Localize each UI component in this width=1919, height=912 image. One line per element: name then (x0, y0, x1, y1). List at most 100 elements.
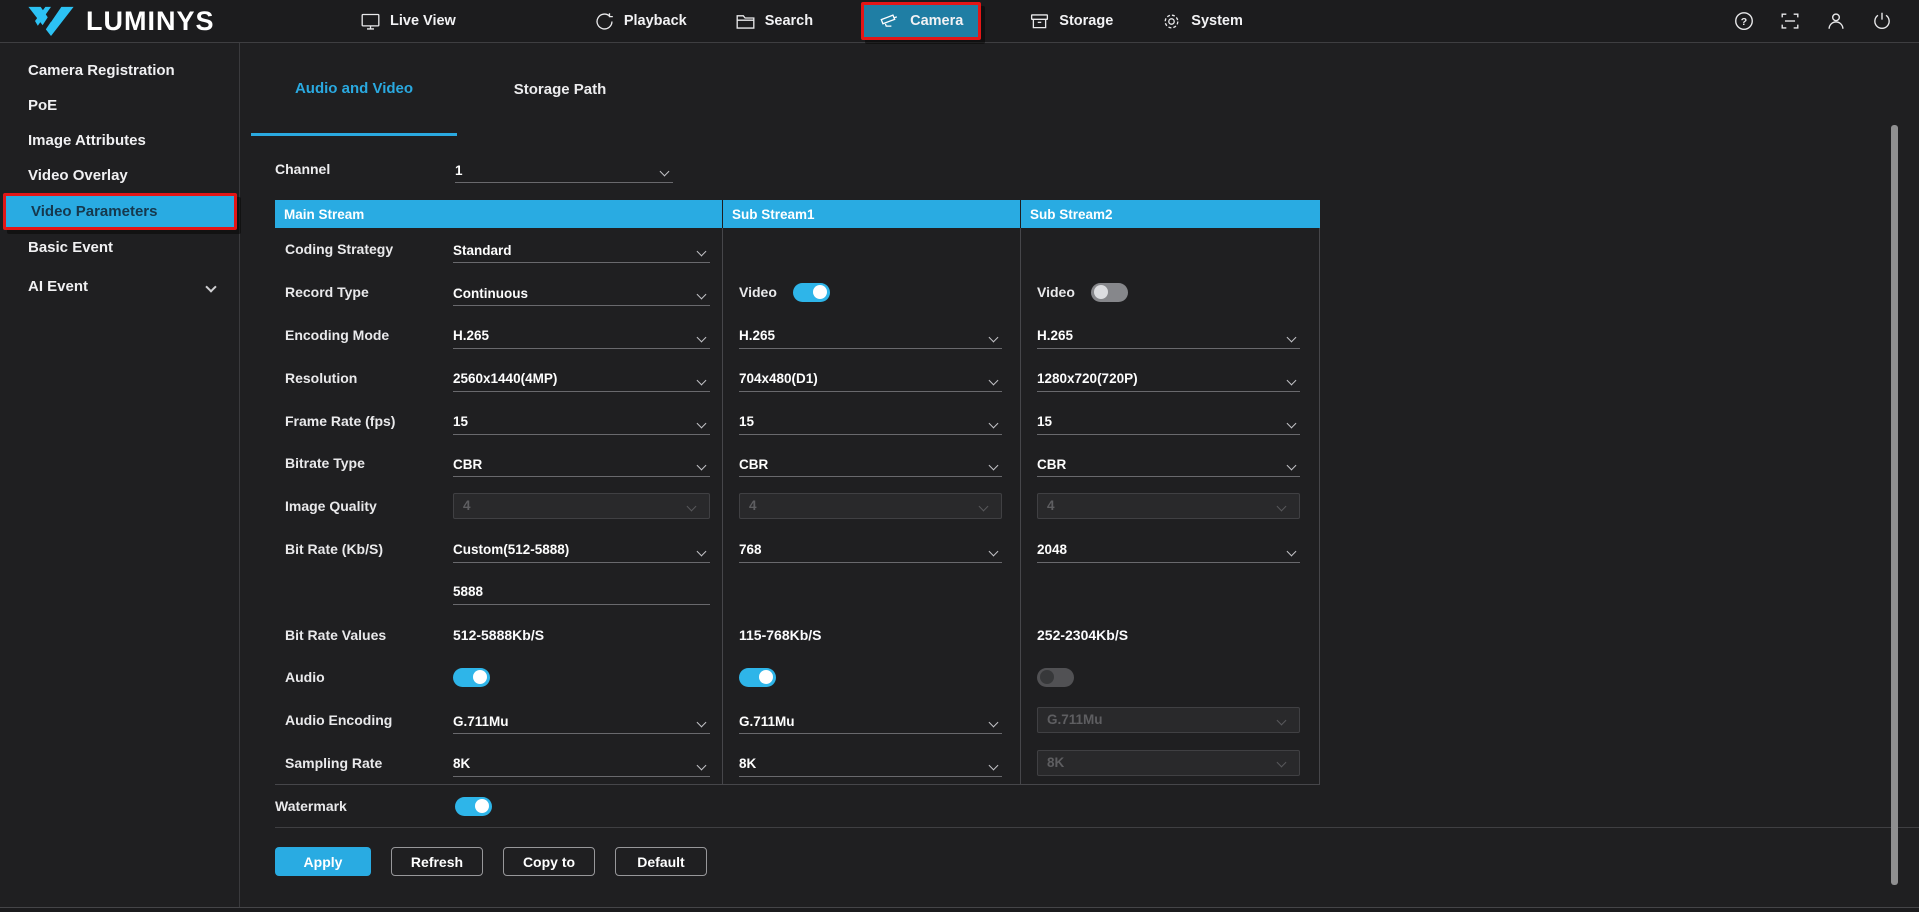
resolution-select-sub2[interactable]: 1280x720(720P) (1037, 364, 1300, 392)
chevron-down-icon (205, 281, 216, 292)
nav-label: Playback (624, 13, 687, 29)
table-row: Image Quality 4 4 4 (275, 485, 1320, 528)
sidebar-item-poe[interactable]: PoE (0, 88, 239, 123)
bit-rate-values-label: Bit Rate Values (285, 627, 453, 643)
tab-label: Audio and Video (295, 80, 413, 97)
chevron-down-icon (697, 375, 707, 385)
video-parameters-table: Main Stream Sub Stream1 Sub Stream2 Codi… (275, 200, 1320, 785)
record-type-select[interactable]: Continuous (453, 278, 710, 306)
select-value: 8K (1047, 756, 1064, 770)
sidebar-item-label: Image Attributes (28, 132, 146, 149)
video-label: Video (739, 284, 777, 300)
bit-rate-select-main[interactable]: Custom(512-5888) (453, 535, 710, 563)
watermark-label: Watermark (275, 798, 455, 814)
folder-icon (735, 11, 756, 32)
help-icon[interactable]: ? (1733, 10, 1755, 32)
select-value: G.711Mu (1047, 713, 1103, 727)
svg-text:?: ? (1741, 16, 1747, 28)
refresh-button[interactable]: Refresh (391, 847, 483, 876)
bit-rate-select-sub2[interactable]: 2048 (1037, 535, 1300, 563)
apply-button[interactable]: Apply (275, 847, 371, 876)
sidebar-item-label: Camera Registration (28, 62, 175, 79)
audio-toggle-main[interactable] (453, 668, 490, 687)
frame-rate-select-main[interactable]: 15 (453, 407, 710, 435)
resolution-select-sub1[interactable]: 704x480(D1) (739, 364, 1002, 392)
nav-item-search[interactable]: Search (735, 11, 813, 32)
encoding-mode-select-sub1[interactable]: H.265 (739, 321, 1002, 349)
video-toggle-sub1[interactable] (793, 283, 830, 302)
chevron-down-icon (979, 501, 989, 511)
tab-audio-and-video[interactable]: Audio and Video (251, 43, 457, 136)
tab-label: Storage Path (514, 81, 607, 98)
chevron-down-icon (697, 247, 707, 257)
sidebar-item-basic-event[interactable]: Basic Event (0, 230, 239, 265)
channel-select[interactable]: 1 (455, 155, 673, 183)
channel-row: Channel 1 (275, 151, 1919, 187)
nav-label: Search (765, 13, 813, 29)
sidebar-item-camera-registration[interactable]: Camera Registration (0, 53, 239, 88)
cctv-camera-icon (879, 10, 901, 32)
bitrate-type-select-sub2[interactable]: CBR (1037, 449, 1300, 477)
playback-icon (594, 11, 615, 32)
table-row: Audio (275, 656, 1320, 699)
nav-item-playback[interactable]: Playback (594, 11, 687, 32)
encoding-mode-select-main[interactable]: H.265 (453, 321, 710, 349)
nav-label: Live View (390, 13, 456, 29)
nav-item-storage[interactable]: Storage (1029, 11, 1113, 32)
watermark-toggle[interactable] (455, 797, 492, 816)
encoding-mode-label: Encoding Mode (285, 327, 453, 343)
select-value: G.711Mu (453, 715, 509, 729)
copy-to-button[interactable]: Copy to (503, 847, 595, 876)
fullscreen-icon[interactable] (1779, 10, 1801, 32)
tab-storage-path[interactable]: Storage Path (457, 43, 663, 136)
user-icon[interactable] (1825, 10, 1847, 32)
chevron-down-icon (697, 333, 707, 343)
sidebar-item-image-attributes[interactable]: Image Attributes (0, 123, 239, 158)
bit-rate-label: Bit Rate (Kb/S) (285, 541, 453, 557)
resolution-label: Resolution (285, 370, 453, 386)
main-content: Audio and Video Storage Path Channel 1 M… (240, 43, 1919, 912)
encoding-mode-select-sub2[interactable]: H.265 (1037, 321, 1300, 349)
table-row: Bit Rate (Kb/S) Custom(512-5888) 768 204… (275, 528, 1320, 571)
video-toggle-sub2[interactable] (1091, 283, 1128, 302)
channel-value: 1 (455, 164, 463, 178)
sampling-rate-select-main[interactable]: 8K (453, 749, 710, 777)
audio-toggle-sub1[interactable] (739, 668, 776, 687)
nav-label: Camera (910, 13, 963, 29)
select-value: CBR (453, 458, 482, 472)
nav-item-camera[interactable]: Camera (861, 2, 981, 40)
chevron-down-icon (1277, 501, 1287, 511)
frame-rate-select-sub2[interactable]: 15 (1037, 407, 1300, 435)
bitrate-type-select-sub1[interactable]: CBR (739, 449, 1002, 477)
chevron-down-icon (697, 461, 707, 471)
nav-item-live-view[interactable]: Live View (360, 11, 456, 32)
sidebar-item-video-overlay[interactable]: Video Overlay (0, 158, 239, 193)
bit-rate-range-sub2: 252-2304Kb/S (1037, 627, 1128, 643)
bitrate-custom-input[interactable] (453, 579, 710, 605)
table-row: Audio Encoding G.711Mu G.711Mu G.711Mu (275, 699, 1320, 742)
power-icon[interactable] (1871, 10, 1893, 32)
audio-encoding-select-main[interactable]: G.711Mu (453, 706, 710, 734)
select-value: 15 (1037, 415, 1052, 429)
resolution-select-main[interactable]: 2560x1440(4MP) (453, 364, 710, 392)
sampling-rate-select-sub1[interactable]: 8K (739, 749, 1002, 777)
main-nav: Live View Playback Search Camera (360, 0, 1243, 42)
audio-encoding-select-sub1[interactable]: G.711Mu (739, 706, 1002, 734)
nav-item-system[interactable]: System (1161, 11, 1243, 32)
table-row: Coding Strategy Standard (275, 228, 1320, 271)
select-value: 8K (453, 757, 470, 771)
storage-box-icon (1029, 11, 1050, 32)
sidebar-item-ai-event[interactable]: AI Event (0, 269, 239, 304)
table-row: Record Type Continuous Video Video (275, 271, 1320, 314)
frame-rate-select-sub1[interactable]: 15 (739, 407, 1002, 435)
chevron-down-icon (1277, 758, 1287, 768)
chevron-down-icon (1287, 333, 1297, 343)
bitrate-type-select-main[interactable]: CBR (453, 449, 710, 477)
coding-strategy-select[interactable]: Standard (453, 235, 710, 263)
image-quality-label: Image Quality (285, 498, 453, 514)
bit-rate-select-sub1[interactable]: 768 (739, 535, 1002, 563)
table-row: Sampling Rate 8K 8K 8K (275, 742, 1320, 785)
sidebar-item-video-parameters[interactable]: Video Parameters (3, 193, 237, 230)
vertical-scrollbar[interactable] (1891, 125, 1898, 885)
default-button[interactable]: Default (615, 847, 707, 876)
